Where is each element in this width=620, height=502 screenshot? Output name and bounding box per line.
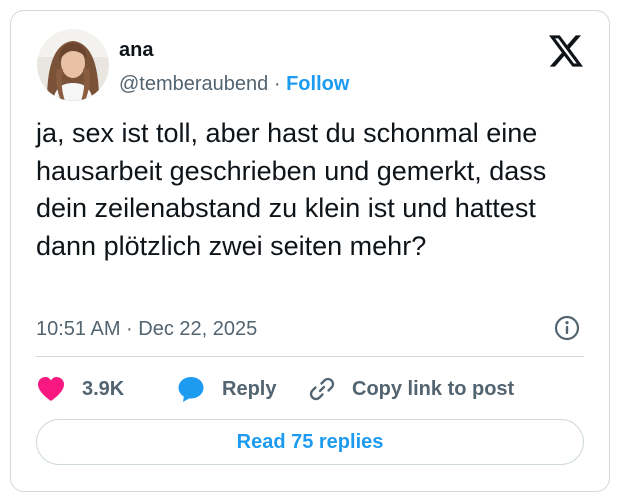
link-icon	[308, 375, 336, 403]
reply-button[interactable]: Reply	[176, 373, 286, 405]
reply-bubble-icon	[176, 374, 206, 404]
like-button[interactable]: 3.9K	[36, 373, 136, 405]
divider	[36, 356, 584, 357]
tweet-embed-card: ana @temberaubend · Follow ja, sex ist t…	[10, 10, 610, 492]
author-name[interactable]: ana	[119, 38, 153, 62]
heart-icon	[36, 375, 66, 403]
info-icon[interactable]	[553, 314, 581, 342]
author-handle-line: @temberaubend · Follow	[119, 71, 349, 97]
handle-separator: ·	[273, 73, 281, 95]
likes-count: 3.9K	[82, 377, 125, 400]
reply-label: Reply	[222, 377, 277, 400]
tweet-timestamp[interactable]: 10:51 AM · Dec 22, 2025	[36, 315, 257, 343]
author-handle[interactable]: @temberaubend	[119, 73, 268, 95]
tweet-text: ja, sex ist toll, aber hast du schonmal …	[36, 118, 547, 261]
read-replies-button[interactable]: Read 75 replies	[36, 419, 584, 465]
avatar[interactable]	[37, 29, 109, 101]
follow-button[interactable]: Follow	[286, 73, 349, 95]
copy-link-button[interactable]: Copy link to post	[308, 373, 518, 405]
copy-link-label: Copy link to post	[352, 377, 515, 400]
x-logo-icon[interactable]	[549, 35, 583, 67]
